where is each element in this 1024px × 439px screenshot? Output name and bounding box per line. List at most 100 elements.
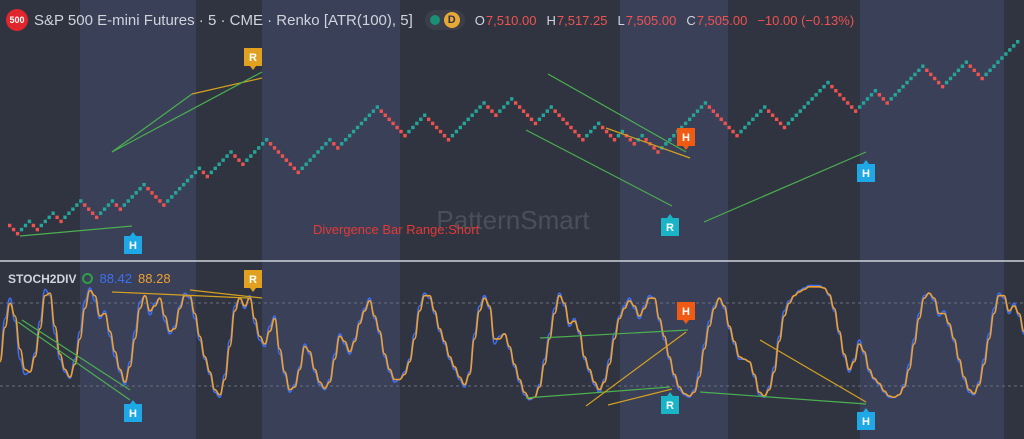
renko-brick [778, 121, 783, 126]
renko-brick [537, 117, 542, 122]
renko-brick [442, 133, 447, 138]
renko-brick [608, 133, 613, 138]
renko-brick [51, 211, 55, 215]
renko-brick [122, 203, 126, 207]
renko-brick [652, 146, 656, 150]
renko-brick [438, 129, 443, 134]
renko-brick [351, 129, 356, 134]
renko-brick [506, 101, 510, 105]
renko-brick [221, 158, 225, 162]
renko-brick [102, 207, 107, 211]
ohlc-low-value: 7,505.00 [625, 12, 677, 28]
renko-brick [640, 133, 644, 138]
renko-brick [63, 215, 67, 220]
renko-brick [31, 223, 36, 228]
renko-brick [996, 60, 1000, 64]
renko-brick [336, 146, 340, 150]
renko-brick [454, 129, 459, 134]
divergence-marker-r[interactable]: R [244, 270, 262, 292]
renko-brick [411, 125, 415, 130]
divergence-marker-r[interactable]: R [244, 48, 262, 70]
renko-brick [67, 211, 71, 215]
renko-brick [632, 142, 636, 146]
renko-brick [889, 97, 893, 101]
renko-brick [865, 97, 870, 101]
renko-brick [71, 207, 75, 211]
renko-brick [545, 109, 549, 113]
marker-label: R [666, 400, 674, 412]
renko-brick [905, 80, 909, 85]
renko-brick [877, 93, 882, 97]
renko-brick [739, 129, 743, 134]
renko-brick [561, 117, 565, 122]
renko-brick [197, 166, 202, 171]
renko-brick [786, 121, 791, 126]
renko-brick [367, 113, 372, 117]
chart-canvas[interactable]: PatternSmart Divergence Bar Range:Short … [0, 0, 1024, 439]
marker-label: H [862, 416, 870, 428]
renko-brick [735, 133, 739, 138]
renko-brick [802, 105, 806, 109]
renko-brick [672, 133, 676, 138]
renko-brick [201, 170, 206, 175]
renko-brick [300, 166, 304, 171]
renko-brick [521, 109, 526, 113]
renko-brick [430, 121, 435, 126]
renko-brick [450, 133, 455, 138]
marker-label: R [249, 52, 257, 64]
marker-label: H [682, 306, 690, 318]
ohlc-open-key: O [474, 12, 485, 28]
renko-brick [340, 142, 344, 146]
renko-brick [347, 133, 352, 138]
marker-label: H [682, 132, 690, 144]
renko-brick [407, 129, 411, 134]
ohlc-close-value: 7,505.00 [696, 12, 748, 28]
renko-brick [585, 133, 589, 138]
renko-brick [395, 125, 399, 130]
renko-brick [423, 113, 427, 117]
renko-brick [755, 113, 759, 117]
renko-brick [707, 105, 712, 109]
ohlc-values: O7,510.00 H7,517.25 L7,505.00 C7,505.00 … [475, 13, 854, 28]
renko-brick [383, 113, 387, 117]
renko-brick [268, 142, 273, 146]
renko-brick [988, 68, 992, 73]
renko-brick [838, 93, 842, 97]
renko-brick [873, 89, 878, 93]
renko-brick [261, 142, 265, 146]
renko-brick [466, 117, 470, 122]
renko-brick [225, 154, 229, 158]
renko-brick [818, 89, 822, 93]
renko-brick [118, 207, 123, 211]
renko-brick [146, 187, 150, 191]
indicator-name[interactable]: STOCH2DIV [8, 272, 76, 286]
renko-brick [494, 113, 498, 117]
renko-brick [593, 125, 597, 130]
renko-brick [885, 101, 889, 105]
renko-brick [597, 121, 601, 126]
symbol-logo[interactable]: 500 [6, 9, 28, 31]
symbol-title[interactable]: S&P 500 E-mini Futures · 5 · CME · Renko… [34, 12, 413, 29]
visibility-icon[interactable] [82, 273, 94, 284]
status-pill[interactable]: D [424, 10, 465, 30]
renko-brick [502, 105, 506, 109]
renko-brick [233, 154, 237, 158]
renko-brick [478, 105, 482, 109]
renko-brick [237, 158, 241, 162]
renko-brick [355, 125, 360, 130]
renko-brick [320, 146, 324, 150]
renko-brick [664, 142, 668, 146]
renko-brick [909, 76, 913, 81]
renko-brick [774, 117, 779, 122]
renko-brick [964, 60, 969, 64]
ohlc-close-key: C [686, 12, 696, 28]
renko-brick [968, 64, 972, 68]
renko-brick [565, 121, 569, 126]
renko-brick [276, 150, 281, 154]
renko-brick [612, 138, 617, 142]
renko-brick [798, 109, 802, 113]
renko-brick [656, 150, 660, 154]
renko-brick [296, 170, 300, 175]
renko-brick [130, 195, 134, 199]
renko-brick [857, 105, 862, 109]
